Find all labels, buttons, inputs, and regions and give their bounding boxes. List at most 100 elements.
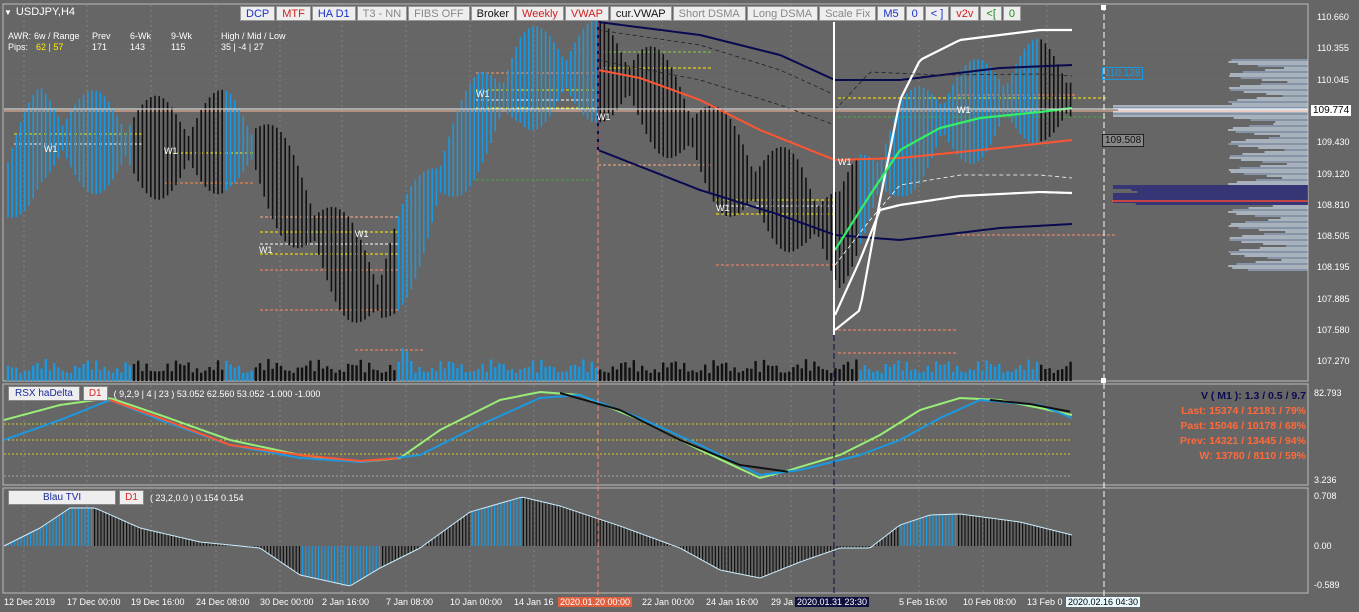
rsx-line-b (3, 393, 1073, 477)
time-tick-12: 5 Feb 16:00 (899, 597, 948, 607)
price-tick-8: 108.195 (1317, 262, 1350, 273)
rsx-line-a (3, 390, 1073, 480)
rsx-axis-bottom: 3.236 (1314, 475, 1337, 485)
price-tick-0: 110.660 (1317, 12, 1349, 22)
time-marker-label-1: 2020.01.31 23:30 (795, 597, 870, 607)
time-tick-2: 19 Dec 16:00 (131, 597, 185, 607)
wk6-label: 6-Wk (130, 31, 151, 41)
rsx-name[interactable]: RSX haDelta (8, 386, 80, 401)
toolbar-button-17[interactable]: 0 (1002, 6, 1022, 21)
toolbar-button-13[interactable]: 0 (905, 6, 924, 21)
w1-label-8: W1 (957, 105, 971, 115)
rsx-line-e (109, 399, 399, 462)
tvi-timeframe[interactable]: D1 (119, 490, 144, 505)
w1-label-4: W1 (476, 89, 490, 99)
time-marker-lines (4, 5, 1308, 596)
tvi-axis-mid: 0.00 (1314, 541, 1332, 551)
time-tick-9: 22 Jan 00:00 (642, 597, 695, 607)
time-tick-13: 10 Feb 08:00 (963, 597, 1017, 607)
toolbar-button-2[interactable]: HA D1 (311, 6, 356, 21)
toolbar-button-12[interactable]: M5 (877, 6, 905, 21)
toolbar-button-8[interactable]: cur.VWAP (609, 6, 672, 21)
time-tick-10: 24 Jan 16:00 (706, 597, 759, 607)
symbol-header: ▼ USDJPY,H4 (4, 6, 75, 18)
rsx-v-line: V ( M1 ): 1.3 / 0.5 / 9.7 (1200, 390, 1306, 402)
prev-value: 171 (92, 42, 108, 52)
wk9-value: 115 (171, 42, 186, 52)
price-tick-5: 109.120 (1317, 168, 1350, 179)
hml-label: High / Mid / Low (221, 31, 286, 41)
tvi-params: ( 23,2,0.0 ) 0.154 0.154 (149, 492, 244, 503)
toolbar-button-5[interactable]: Broker (470, 6, 516, 21)
level-lines (4, 51, 1308, 354)
time-tick-11: 29 Ja (771, 597, 794, 607)
time-tick-14: 13 Feb 0 (1027, 597, 1063, 607)
toolbar-button-15[interactable]: v2v (950, 6, 980, 21)
pips-value: 62 | 57 (36, 42, 64, 52)
price-tick-11: 107.270 (1317, 356, 1350, 367)
rsx-w: W: 13780 / 8110 / 59% (1199, 450, 1306, 462)
toolbar-button-7[interactable]: VWAP (564, 6, 609, 21)
toolbar-button-10[interactable]: Long DSMA (746, 6, 819, 21)
price-tick-1: 110.355 (1317, 43, 1349, 54)
w1-label-3: W1 (355, 229, 369, 239)
price-box-lower: 109.508 (1102, 134, 1145, 147)
awr-label: AWR: (8, 31, 32, 41)
tvi-outline (3, 496, 1073, 587)
rsx-title: RSX haDelta D1 ( 9,2,9 | 4 | 23 ) 53.052… (8, 386, 320, 401)
toolbar-button-6[interactable]: Weekly (516, 6, 564, 21)
toolbar-button-16[interactable]: <[ (980, 6, 1002, 21)
toolbar-button-11[interactable]: Scale Fix (819, 6, 877, 21)
toolbar-button-9[interactable]: Short DSMA (672, 6, 746, 21)
chart-canvas[interactable] (0, 0, 1359, 612)
toolbar-button-0[interactable]: DCP (240, 6, 276, 21)
w1-label-0: W1 (44, 144, 58, 154)
price-tick-9: 107.885 (1317, 293, 1350, 304)
price-tick-7: 108.505 (1317, 231, 1350, 242)
volume-bars (6, 348, 1072, 381)
time-tick-3: 24 Dec 08:00 (196, 597, 250, 607)
pips-label: Pips: (8, 42, 29, 52)
tvi-name[interactable]: Blau TVI (8, 490, 117, 505)
tvi-axis-bottom: -0.589 (1314, 580, 1340, 590)
hml-value: 35 | -4 | 27 (221, 42, 264, 52)
time-tick-6: 7 Jan 08:00 (386, 597, 434, 607)
time-tick-5: 2 Jan 16:00 (322, 597, 370, 607)
price-tick-2: 110.045 (1317, 74, 1349, 85)
time-tick-8: 14 Jan 16 (514, 597, 554, 607)
w1-label-7: W1 (838, 157, 852, 167)
time-tick-0: 12 Dec 2019 (4, 597, 56, 607)
price-tick-6: 108.810 (1317, 199, 1350, 210)
time-tick-1: 17 Dec 00:00 (67, 597, 121, 607)
wk6-value: 143 (130, 42, 146, 52)
volume-profile (1112, 59, 1308, 271)
awr-columns: 6w / Range (34, 31, 80, 41)
price-box-upper: 110.128 (1102, 67, 1144, 80)
wk9-label: 9-Wk (171, 31, 192, 41)
symbol-title: USDJPY,H4 (15, 6, 76, 18)
price-box-current: 109.774 (1311, 105, 1352, 116)
rsx-timeframe[interactable]: D1 (82, 386, 108, 401)
w1-label-5: W1 (597, 112, 611, 122)
rsx-past: Past: 15046 / 10178 / 68% (1180, 420, 1306, 432)
rsx-last: Last: 15374 / 12181 / 79% (1181, 405, 1306, 417)
heiken-ashi-candles (7, 18, 1072, 323)
tvi-histogram (3, 496, 1073, 587)
toolbar-button-14[interactable]: < ] (924, 6, 950, 21)
toolbar-button-1[interactable]: MTF (276, 6, 311, 21)
rsx-axis-top: 82.793 (1314, 388, 1342, 398)
tvi-axis-top: 0.708 (1314, 491, 1337, 501)
prev-label: Prev (92, 31, 111, 41)
rsx-lines (3, 390, 1073, 480)
rsx-prev: Prev: 14321 / 13445 / 94% (1179, 435, 1306, 447)
price-tick-10: 107.580 (1317, 325, 1350, 335)
w1-label-2: W1 (259, 245, 273, 255)
dropdown-triangle-icon[interactable]: ▼ (4, 8, 12, 17)
time-marker-label-0: 2020.01.20 00:00 (558, 597, 633, 607)
tvi-title: Blau TVI D1 ( 23,2,0.0 ) 0.154 0.154 (8, 490, 244, 505)
price-tick-4: 109.430 (1317, 137, 1350, 148)
toolbar-button-4[interactable]: FIBS OFF (408, 6, 470, 21)
w1-label-6: W1 (716, 203, 730, 213)
toolbar-button-3[interactable]: T3 - NN (356, 6, 408, 21)
toolbar: DCP MTF HA D1 T3 - NN FIBS OFF Broker Weekly VW… (240, 6, 1022, 21)
